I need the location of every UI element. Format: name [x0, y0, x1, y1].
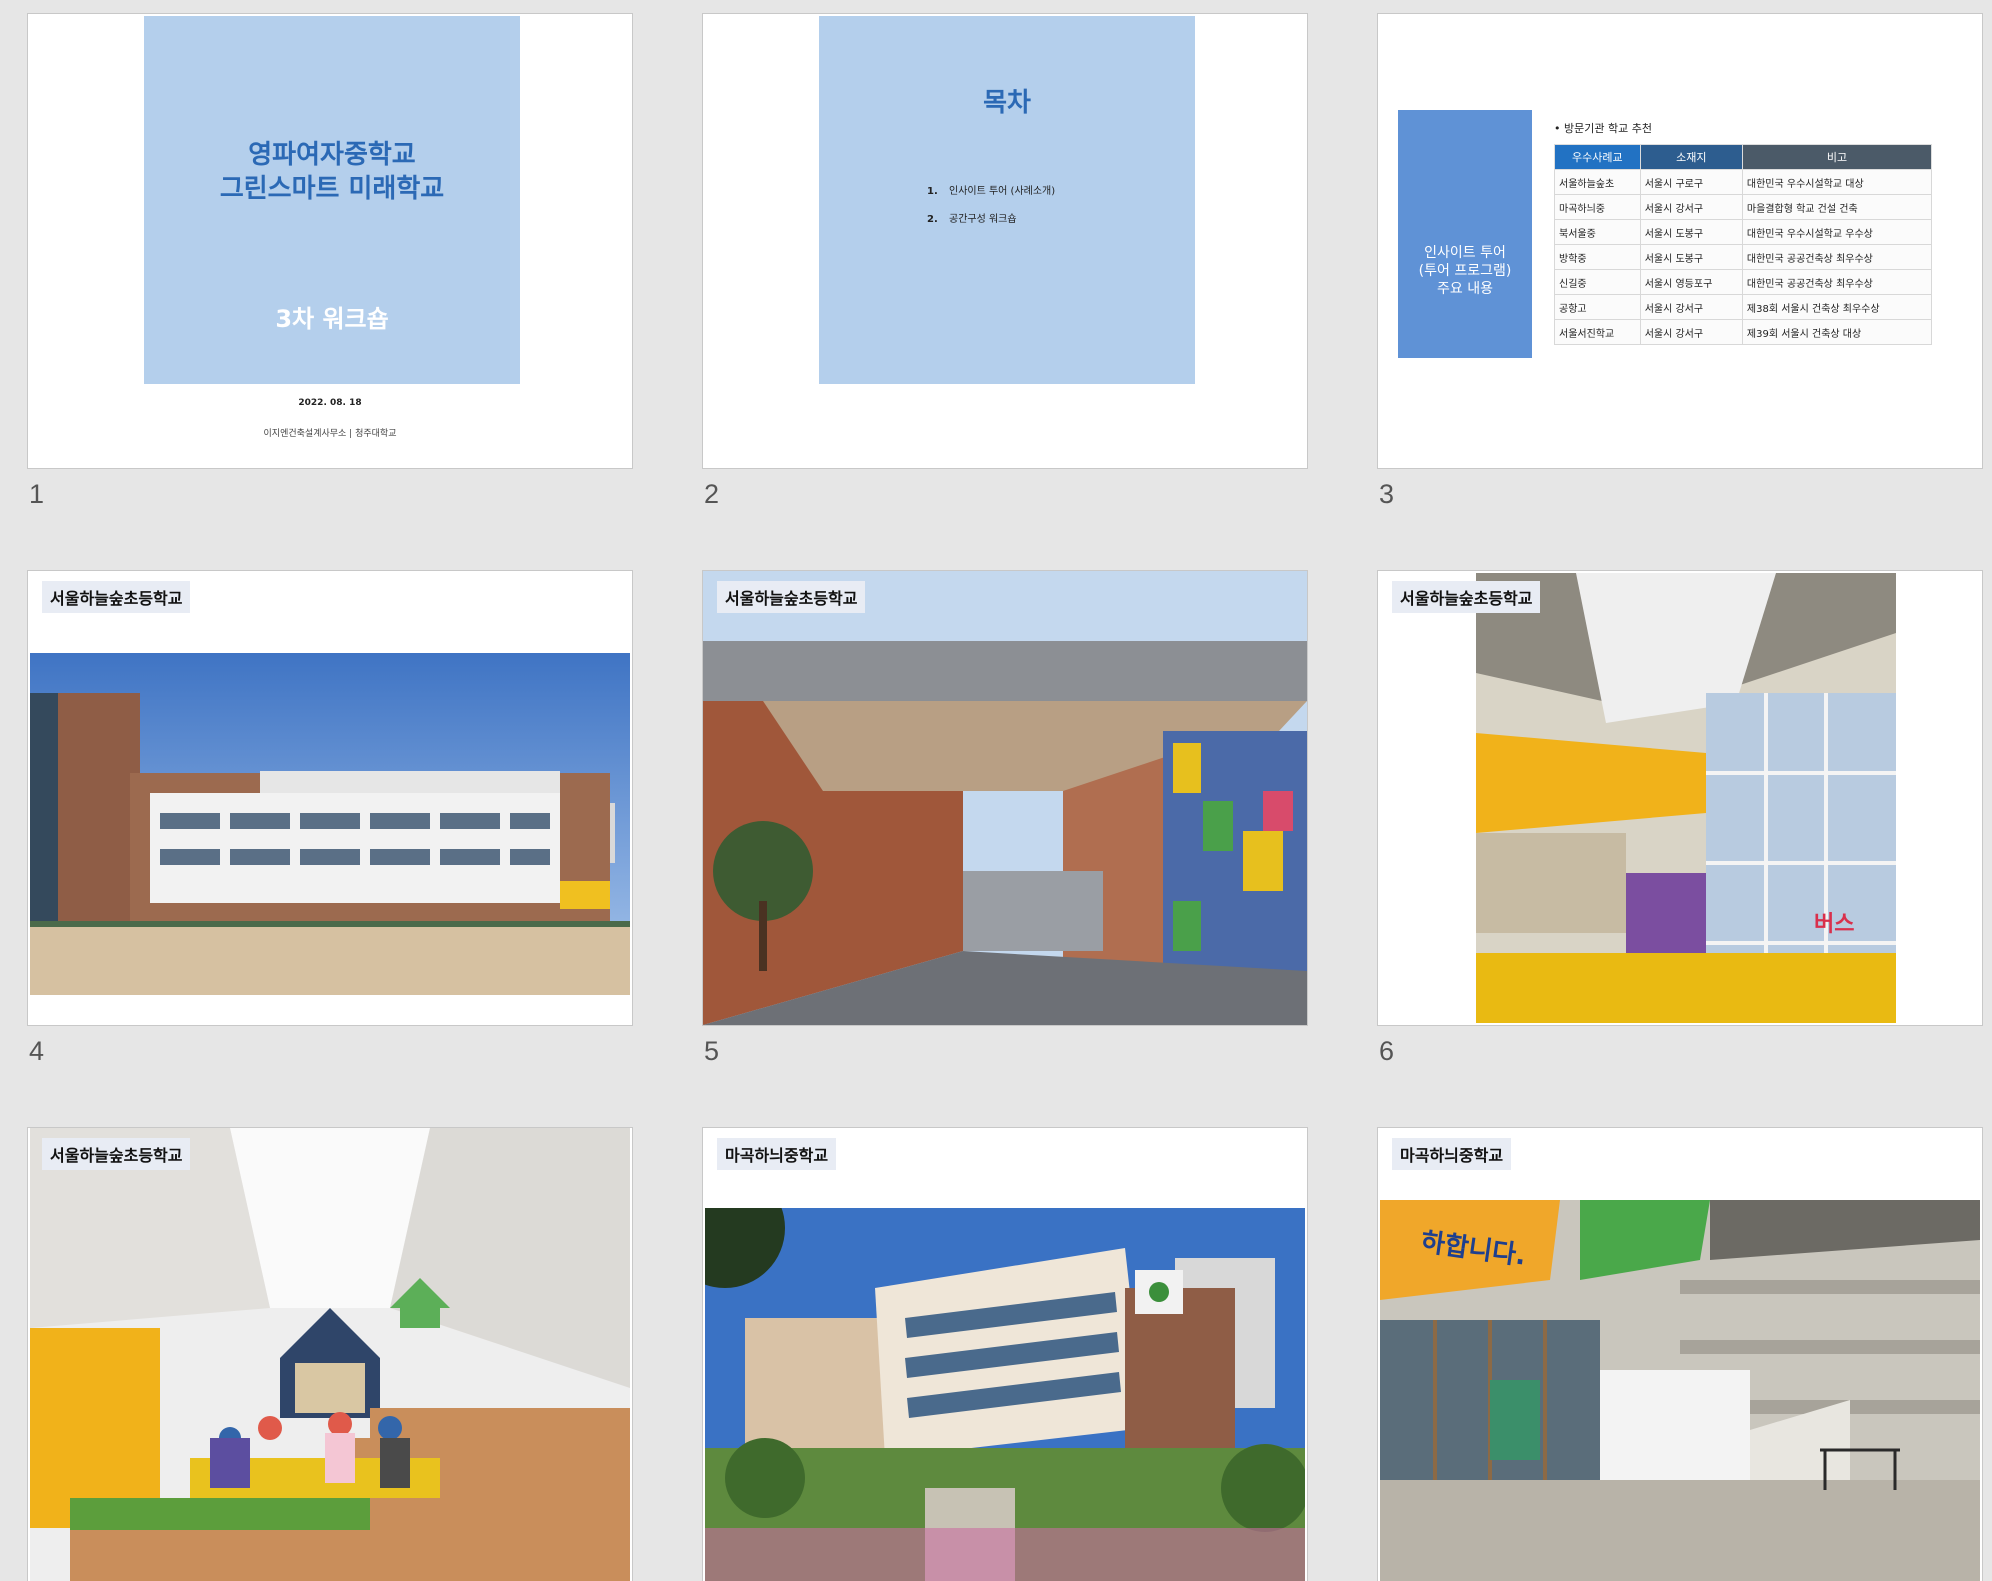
table-row: 신길중 서울시 영등포구 대한민국 공공건축상 최우수상 — [1554, 269, 1933, 295]
slide-thumbnail-5[interactable]: 서울하늘숲초등학교 — [702, 570, 1308, 1026]
slide-thumbnail-2[interactable]: 목차 1. 인사이트 투어 (사례소개) 2. 공간구성 워크숍 — [702, 13, 1308, 469]
sign-text: 버스 — [1814, 912, 1854, 937]
table-row: 서울서진학교 서울시 강서구 제39회 서울시 건축상 대상 — [1554, 319, 1933, 345]
school-label: 서울하늘숲초등학교 — [1392, 581, 1541, 613]
school-exterior-photo — [30, 653, 630, 995]
slide-title: 목차 — [983, 88, 1031, 118]
slide-cell-4: 서울하늘숲초등학교 4 — [27, 570, 633, 1066]
school-label: 서울하늘숲초등학교 — [42, 581, 191, 613]
toc-item: 1. 인사이트 투어 (사례소개) — [927, 182, 1055, 210]
courtyard-illustration — [703, 571, 1307, 1025]
table-cell: 대한민국 공공건축상 최우수상 — [1741, 269, 1933, 295]
table-header-row: 우수사례교 소재지 비고 — [1554, 144, 1933, 170]
table-cell: 방학중 — [1554, 244, 1641, 270]
atrium-illustration: 버스 — [1476, 573, 1896, 1023]
interior-illustration: 하합니다. — [1380, 1200, 1980, 1581]
slide-title: 영파여자중학교 그린스마트 미래학교 — [219, 140, 445, 204]
table-cell: 서울시 도봉구 — [1639, 244, 1743, 270]
table-cell: 서울시 도봉구 — [1639, 219, 1743, 245]
slide-number: 6 — [1379, 1036, 1395, 1066]
table-cell: 대한민국 우수시설학교 우수상 — [1741, 219, 1933, 245]
middle-school-exterior-photo — [705, 1208, 1305, 1581]
slide-cell-1: 영파여자중학교 그린스마트 미래학교 3차 워크숍 2022. 08. 18 이… — [27, 13, 633, 509]
table-cell: 마을결합형 학교 건설 건축 — [1741, 194, 1933, 220]
toc-list: 1. 인사이트 투어 (사례소개) 2. 공간구성 워크숍 — [927, 182, 1055, 238]
table-cell: 마곡하늬중 — [1554, 194, 1641, 220]
table-row: 마곡하늬중 서울시 강서구 마을결합형 학교 건설 건축 — [1554, 194, 1933, 220]
table-cell: 서울서진학교 — [1554, 319, 1641, 345]
stairs-photo — [30, 1128, 630, 1581]
building-illustration — [30, 653, 630, 995]
middle-school-illustration — [705, 1208, 1305, 1581]
middle-school-interior-photo: 하합니다. — [1380, 1200, 1980, 1581]
school-table: 우수사례교 소재지 비고 서울하늘숲초 서울시 구로구 대한민국 우수시설학교 … — [1554, 144, 1933, 345]
table-cell: 공항고 — [1554, 294, 1641, 320]
courtyard-photo — [703, 571, 1307, 1025]
table-cell: 제39회 서울시 건축상 대상 — [1741, 319, 1933, 345]
slide-thumbnail-3[interactable]: 인사이트 투어 (투어 프로그램) 주요 내용 • 방문기관 학교 추천 우수사… — [1377, 13, 1983, 469]
slide-number: 1 — [29, 479, 45, 509]
slide-thumbnail-7[interactable]: 서울하늘숲초등학교 — [27, 1127, 633, 1581]
table-cell: 서울시 구로구 — [1639, 169, 1743, 195]
slide-cell-6: 서울하늘숲초등학교 버스 6 — [1377, 570, 1983, 1066]
slide-thumbnail-8[interactable]: 마곡하늬중학교 — [702, 1127, 1308, 1581]
slide-sorter: 영파여자중학교 그린스마트 미래학교 3차 워크숍 2022. 08. 18 이… — [0, 0, 1992, 1581]
slide-cell-5: 서울하늘숲초등학교 5 — [702, 570, 1308, 1066]
slide-number: 4 — [29, 1036, 45, 1066]
column-header: 비고 — [1741, 144, 1933, 170]
school-label: 마곡하늬중학교 — [1392, 1138, 1512, 1170]
slide-thumbnail-4[interactable]: 서울하늘숲초등학교 — [27, 570, 633, 1026]
slide-cell-7: 서울하늘숲초등학교 — [27, 1127, 633, 1581]
slide-subtitle: 3차 워크숍 — [275, 305, 389, 333]
toc-text: 공간구성 워크숍 — [949, 214, 1017, 225]
school-label: 서울하늘숲초등학교 — [717, 581, 866, 613]
column-header: 소재지 — [1639, 144, 1743, 170]
table-row: 공항고 서울시 강서구 제38회 서울시 건축상 최우수상 — [1554, 294, 1933, 320]
toc-number: 2. — [927, 214, 938, 225]
slide-number: 5 — [704, 1036, 720, 1066]
slide-number: 2 — [704, 479, 720, 509]
title-box: 목차 1. 인사이트 투어 (사례소개) 2. 공간구성 워크숍 — [819, 16, 1195, 384]
column-header: 우수사례교 — [1554, 144, 1641, 170]
slide-number: 3 — [1379, 479, 1395, 509]
slide-thumbnail-1[interactable]: 영파여자중학교 그린스마트 미래학교 3차 워크숍 2022. 08. 18 이… — [27, 13, 633, 469]
atrium-photo: 버스 — [1476, 573, 1896, 1023]
table-cell: 서울시 강서구 — [1639, 294, 1743, 320]
slide-date: 2022. 08. 18 — [298, 398, 362, 408]
table-heading: • 방문기관 학교 추천 — [1554, 122, 1652, 135]
slide-cell-3: 인사이트 투어 (투어 프로그램) 주요 내용 • 방문기관 학교 추천 우수사… — [1377, 13, 1983, 509]
school-label: 서울하늘숲초등학교 — [42, 1138, 191, 1170]
table-cell: 서울시 영등포구 — [1639, 269, 1743, 295]
slide-thumbnail-6[interactable]: 서울하늘숲초등학교 버스 — [1377, 570, 1983, 1026]
school-label: 마곡하늬중학교 — [717, 1138, 837, 1170]
slide-thumbnail-9[interactable]: 마곡하늬중학교 하합니다. — [1377, 1127, 1983, 1581]
slide-cell-2: 목차 1. 인사이트 투어 (사례소개) 2. 공간구성 워크숍 2 — [702, 13, 1308, 509]
toc-number: 1. — [927, 186, 938, 197]
topic-text: 인사이트 투어 (투어 프로그램) 주요 내용 — [1418, 245, 1512, 297]
toc-text: 인사이트 투어 (사례소개) — [949, 186, 1056, 197]
table-cell: 대한민국 우수시설학교 대상 — [1741, 169, 1933, 195]
slide-organization: 이지엔건축설계사무소 | 청주대학교 — [263, 429, 397, 439]
slide-cell-8: 마곡하늬중학교 — [702, 1127, 1308, 1581]
table-cell: 북서울중 — [1554, 219, 1641, 245]
slide-cell-9: 마곡하늬중학교 하합니다. — [1377, 1127, 1983, 1581]
table-cell: 제38회 서울시 건축상 최우수상 — [1741, 294, 1933, 320]
stairs-illustration — [30, 1128, 630, 1581]
table-cell: 서울시 강서구 — [1639, 319, 1743, 345]
table-cell: 서울하늘숲초 — [1554, 169, 1641, 195]
table-cell: 대한민국 공공건축상 최우수상 — [1741, 244, 1933, 270]
topic-box: 인사이트 투어 (투어 프로그램) 주요 내용 — [1398, 110, 1532, 358]
toc-item: 2. 공간구성 워크숍 — [927, 210, 1055, 238]
table-cell: 신길중 — [1554, 269, 1641, 295]
table-row: 서울하늘숲초 서울시 구로구 대한민국 우수시설학교 대상 — [1554, 169, 1933, 195]
title-box: 영파여자중학교 그린스마트 미래학교 3차 워크숍 — [144, 16, 520, 384]
table-row: 방학중 서울시 도봉구 대한민국 공공건축상 최우수상 — [1554, 244, 1933, 270]
table-cell: 서울시 강서구 — [1639, 194, 1743, 220]
table-row: 북서울중 서울시 도봉구 대한민국 우수시설학교 우수상 — [1554, 219, 1933, 245]
